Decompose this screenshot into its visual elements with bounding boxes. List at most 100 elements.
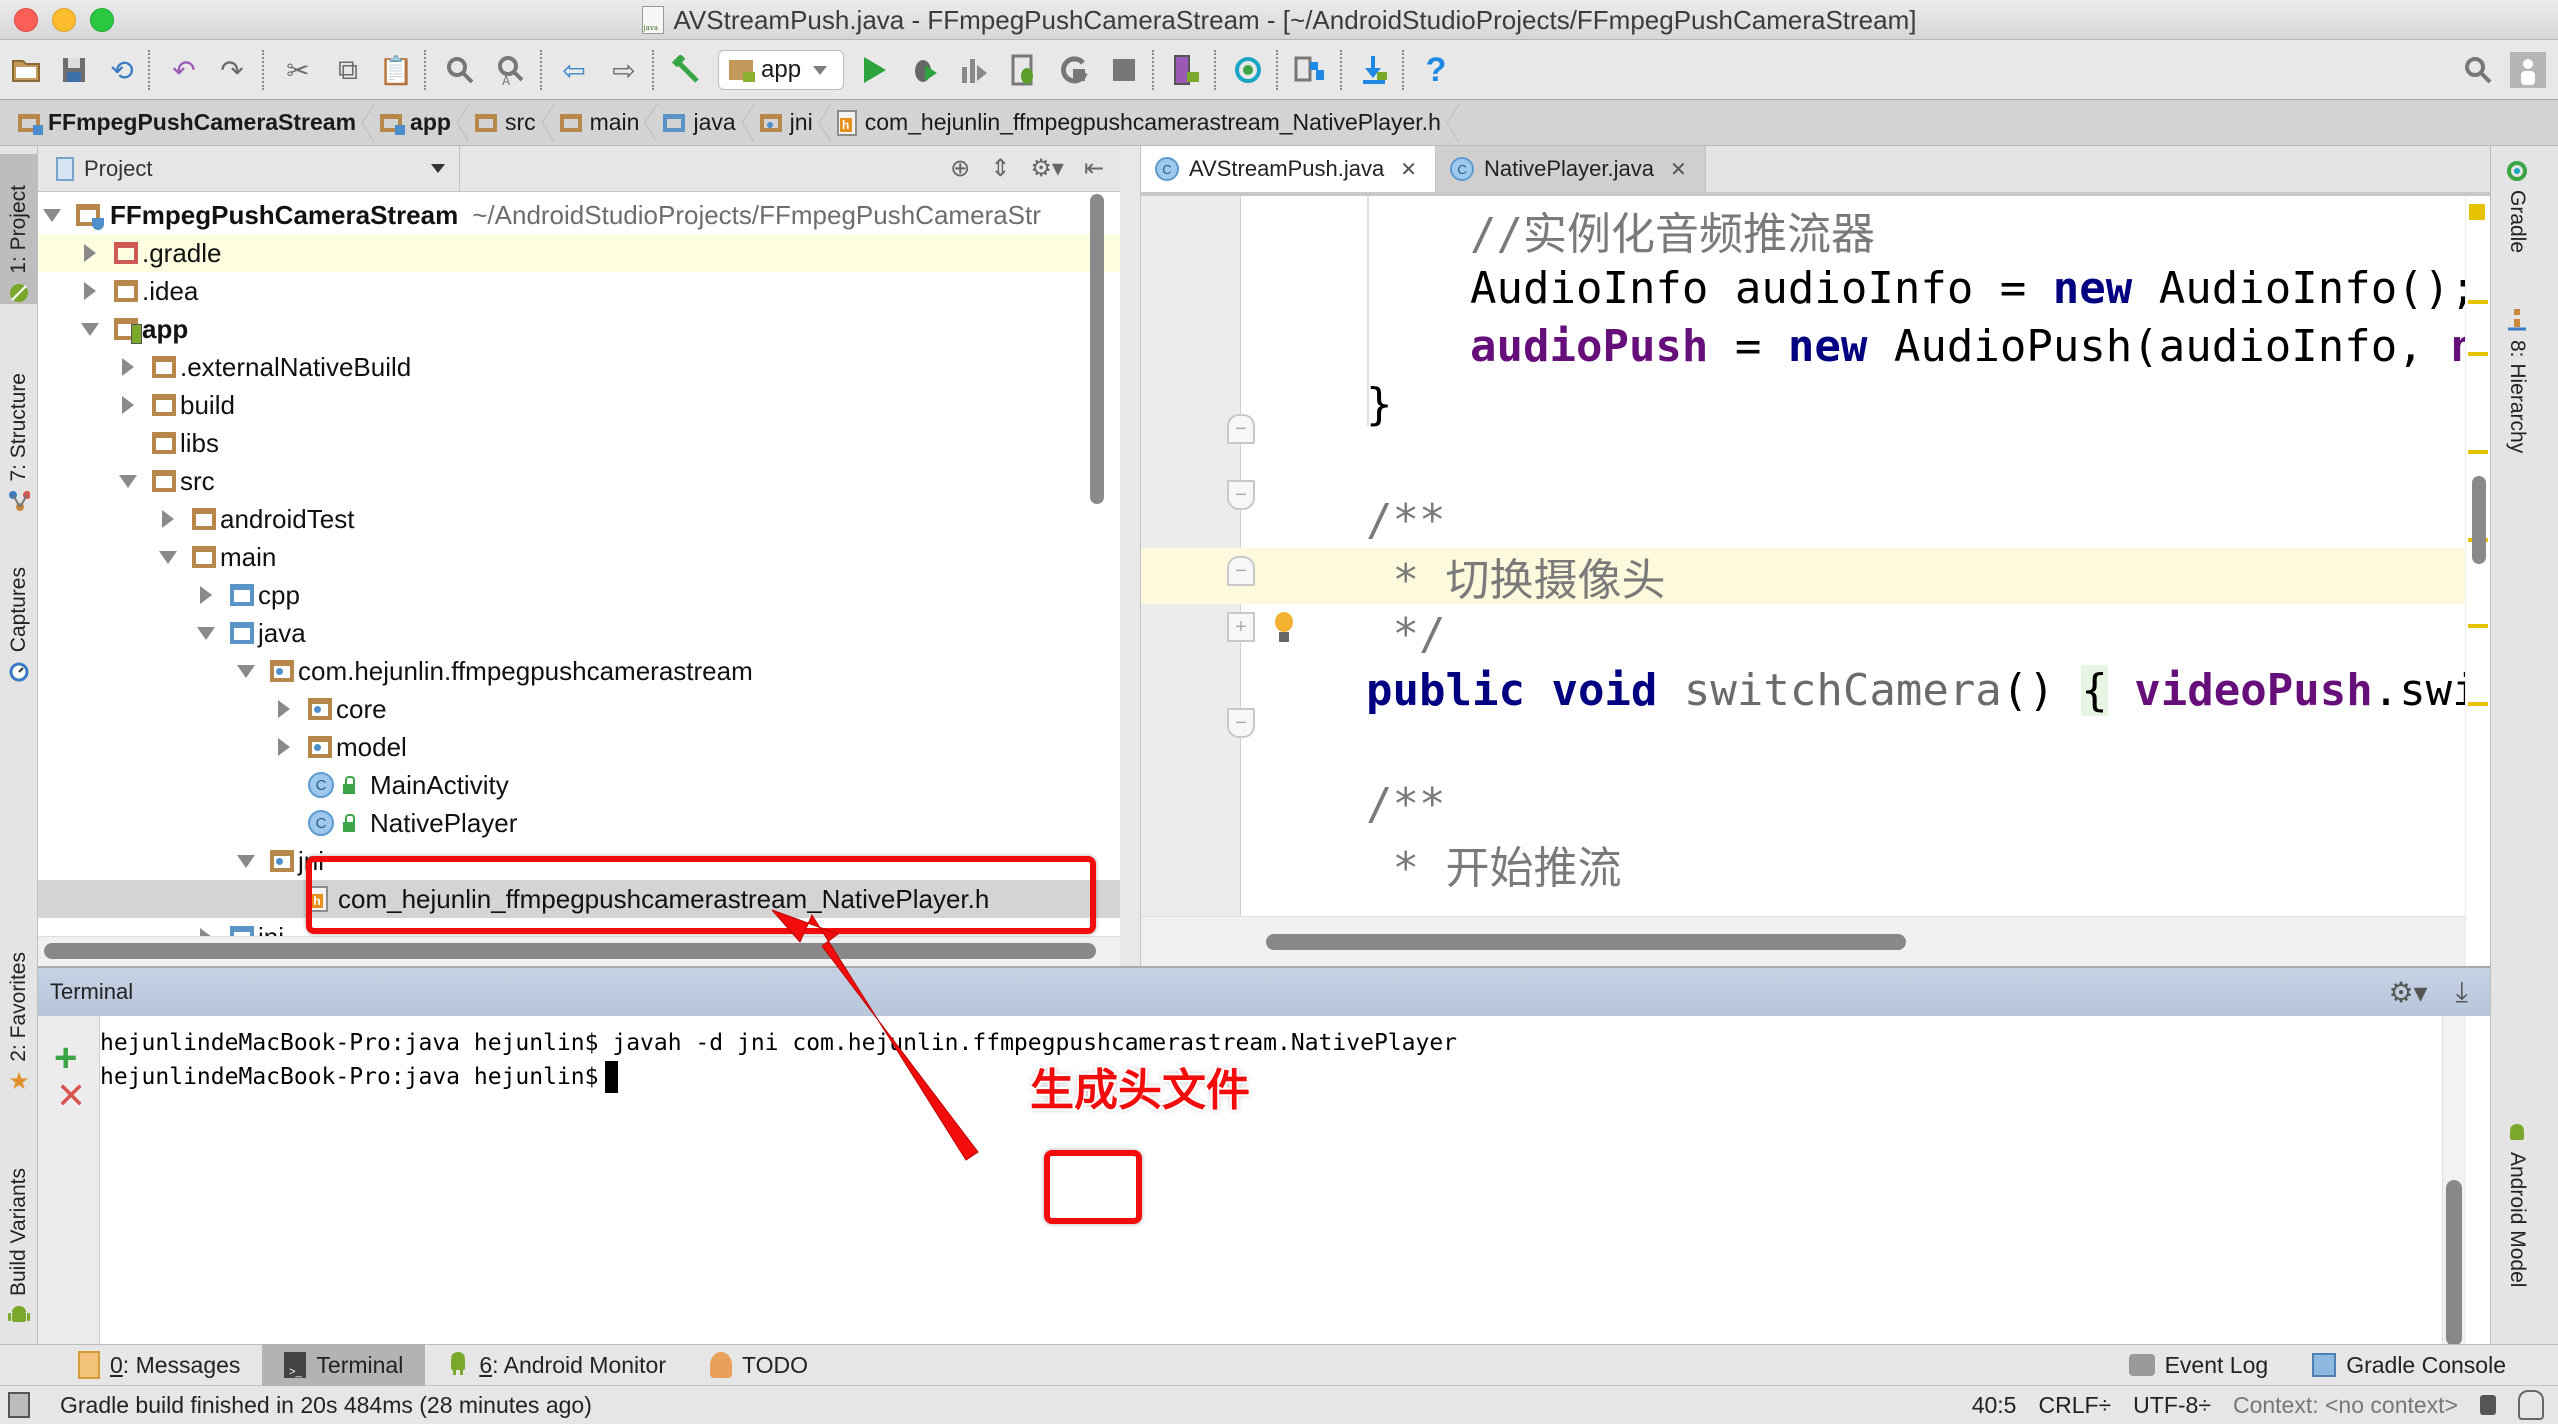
collapse-all-icon[interactable]: ⇕ (990, 154, 1010, 183)
code-line[interactable]: audioPush = new AudioPush(audioInfo, nat… (1141, 318, 2466, 374)
close-session-icon[interactable]: ✕ (56, 1078, 86, 1114)
expand-toggle[interactable] (196, 585, 216, 605)
open-folder-icon[interactable] (8, 52, 44, 88)
tool-tab-todo[interactable]: TODO (688, 1344, 830, 1386)
expand-toggle[interactable] (80, 281, 100, 301)
tool-tab-gradle-console[interactable]: Gradle Console (2290, 1344, 2528, 1386)
find-icon[interactable] (442, 52, 478, 88)
replace-icon[interactable]: A (492, 52, 528, 88)
tool-tab-structure[interactable]: 7: Structure (0, 332, 38, 512)
breadcrumb-item-project[interactable]: FFmpegPushCameraStream (18, 100, 380, 146)
fold-marker[interactable]: − (1227, 556, 1255, 586)
profile-icon[interactable] (956, 52, 992, 88)
tool-tab-android-model[interactable]: Android Model (2505, 1122, 2529, 1287)
avd-manager-icon[interactable] (1168, 52, 1204, 88)
editor-horizontal-scrollbar[interactable] (1266, 934, 1906, 950)
code-line[interactable]: public void switchCamera() { videoPush.s… (1141, 662, 2466, 718)
search-everywhere-icon[interactable] (2460, 52, 2496, 88)
run-configuration-dropdown[interactable]: app (718, 50, 844, 90)
encoding-selector[interactable]: UTF-8÷ (2133, 1392, 2211, 1419)
tool-tab-build-variants[interactable]: Build Variants (0, 1136, 38, 1326)
project-view-selector[interactable]: Project (38, 145, 460, 192)
redo-icon[interactable]: ↷ (214, 52, 250, 88)
expand-toggle[interactable] (236, 851, 256, 871)
fold-marker[interactable]: − (1227, 480, 1255, 510)
back-icon[interactable]: ⇦ (556, 52, 592, 88)
expand-toggle[interactable] (118, 471, 138, 491)
breadcrumb-item-java[interactable]: java (663, 100, 759, 146)
tree-item-project-root[interactable]: FFmpegPushCameraStream ~/AndroidStudioPr… (38, 196, 1120, 234)
expand-toggle[interactable] (80, 319, 100, 339)
line-separator-selector[interactable]: CRLF÷ (2038, 1392, 2111, 1419)
apply-changes-icon[interactable] (1056, 52, 1092, 88)
save-icon[interactable] (56, 52, 92, 88)
expand-toggle[interactable] (118, 395, 138, 415)
fold-marker[interactable]: − (1227, 708, 1255, 738)
code-line[interactable]: AudioInfo audioInfo = new AudioInfo(); (1141, 260, 2466, 316)
editor-vertical-scrollbar[interactable] (2472, 476, 2486, 564)
context-selector[interactable]: Context: <no context> (2233, 1392, 2458, 1419)
tree-item-idea[interactable]: .idea (38, 272, 1120, 310)
tree-item-external-native-build[interactable]: .externalNativeBuild (38, 348, 1120, 386)
tree-item-libs[interactable]: libs (38, 424, 1120, 462)
tree-item-core[interactable]: core (38, 690, 1120, 728)
tool-tab-android-monitor[interactable]: 6: Android Monitor (425, 1344, 688, 1386)
code-line[interactable] (1141, 434, 2466, 490)
tool-tab-gradle[interactable]: Gradle (2505, 160, 2529, 253)
code-line[interactable]: * 开始推流 (1141, 836, 2466, 894)
gear-icon[interactable]: ⚙▾ (2388, 976, 2427, 1009)
cut-icon[interactable]: ✂ (280, 52, 316, 88)
tree-item-app[interactable]: app (38, 310, 1120, 348)
fold-marker[interactable]: − (1227, 414, 1255, 444)
forward-icon[interactable]: ⇨ (606, 52, 642, 88)
gear-icon[interactable]: ⚙▾ (1030, 154, 1064, 183)
tool-tab-hierarchy[interactable]: 8: Hierarchy (2505, 309, 2529, 453)
new-session-icon[interactable]: + (54, 1038, 77, 1078)
help-icon[interactable]: ? (1418, 51, 1454, 89)
code-line[interactable]: } (1141, 376, 2466, 432)
tree-item-gradle[interactable]: .gradle (38, 234, 1120, 272)
debug-icon[interactable] (906, 52, 942, 88)
expand-toggle[interactable] (80, 243, 100, 263)
code-area[interactable]: //实例化音频推流器 AudioInfo audioInfo = new Audi… (1141, 196, 2466, 916)
undo-icon[interactable]: ↶ (166, 52, 202, 88)
tool-tab-project[interactable]: 1: Project (0, 154, 38, 304)
sync-gradle-icon[interactable] (1230, 52, 1266, 88)
expand-toggle[interactable] (158, 509, 178, 529)
user-icon[interactable] (2510, 52, 2546, 88)
caret-position[interactable]: 40:5 (1972, 1392, 2017, 1419)
tree-item-cpp[interactable]: cpp (38, 576, 1120, 614)
breadcrumb-item-header-file[interactable]: com_hejunlin_ffmpegpushcamerastream_Nati… (836, 100, 1465, 146)
tool-tab-event-log[interactable]: Event Log (2107, 1344, 2291, 1386)
tab-nativeplayer[interactable]: C NativePlayer.java ✕ (1436, 146, 1706, 192)
tool-tab-terminal[interactable]: >_ Terminal (262, 1344, 426, 1386)
tree-item-package-root[interactable]: com.hejunlin.ffmpegpushcamerastream (38, 652, 1120, 690)
tree-item-native-player[interactable]: C NativePlayer (38, 804, 1120, 842)
tree-item-model[interactable]: model (38, 728, 1120, 766)
code-line[interactable]: /** (1141, 492, 2466, 548)
read-only-lock-icon[interactable] (2480, 1395, 2496, 1415)
expand-toggle[interactable] (158, 547, 178, 567)
breadcrumb-item-main[interactable]: main (559, 100, 664, 146)
stop-icon[interactable] (1106, 52, 1142, 88)
breadcrumb-item-jni[interactable]: jni (759, 100, 837, 146)
tab-avstreampush[interactable]: C AVStreamPush.java ✕ (1141, 146, 1437, 192)
tool-tab-captures[interactable]: Captures (0, 542, 38, 682)
run-icon[interactable] (856, 52, 892, 88)
code-line[interactable]: /** (1141, 776, 2466, 832)
intention-bulb-icon[interactable] (1273, 612, 1295, 644)
expand-fold-marker[interactable]: + (1227, 612, 1255, 642)
expand-toggle[interactable] (274, 699, 294, 719)
expand-toggle[interactable] (274, 737, 294, 757)
code-line[interactable]: */ (1141, 606, 2466, 662)
breadcrumb-item-src[interactable]: src (474, 100, 560, 146)
scroll-from-source-icon[interactable]: ⊕ (950, 154, 970, 183)
paste-icon[interactable]: 📋 (378, 52, 414, 88)
sdk-manager-icon[interactable] (1356, 52, 1392, 88)
sync-icon[interactable]: ⟲ (104, 52, 140, 88)
make-project-icon[interactable] (668, 52, 704, 88)
close-tab-icon[interactable]: ✕ (1670, 157, 1687, 182)
code-line[interactable] (1141, 720, 2466, 776)
toggle-tool-windows-icon[interactable] (8, 1392, 30, 1418)
code-line[interactable]: //实例化音频推流器 (1141, 202, 2466, 260)
